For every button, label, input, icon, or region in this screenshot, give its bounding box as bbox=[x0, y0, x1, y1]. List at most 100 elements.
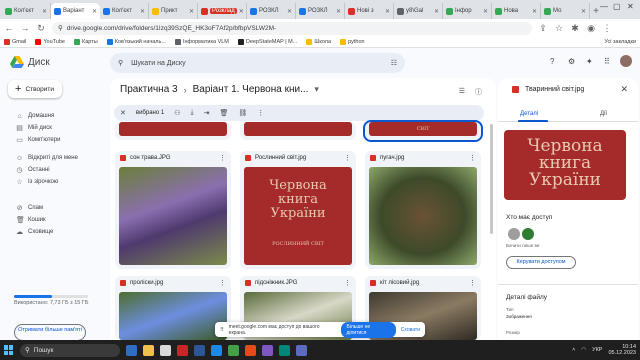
file-tile-partial[interactable] bbox=[240, 122, 356, 140]
pdf-reader-icon[interactable] bbox=[177, 344, 188, 356]
close-tab-icon[interactable]: ✕ bbox=[140, 8, 145, 15]
browser-tab[interactable]: Кол'єкт ✕ bbox=[2, 3, 51, 19]
file-tile-partial[interactable] bbox=[115, 122, 231, 140]
browser-tab[interactable]: РОЗКЛ ✕ bbox=[247, 3, 296, 19]
share-icon[interactable]: ⇪ bbox=[538, 23, 548, 34]
bookmark-item[interactable]: Карты bbox=[74, 39, 98, 45]
close-icon[interactable]: ✕ bbox=[620, 84, 628, 95]
ai-icon[interactable]: ✦ bbox=[586, 57, 593, 66]
file-explorer-icon[interactable] bbox=[143, 344, 154, 356]
search-options-icon[interactable]: ☷ bbox=[391, 59, 397, 67]
sidebar-item-my-drive[interactable]: ▤ Мій диск bbox=[0, 122, 108, 134]
browser-tab[interactable]: Розклад ✕ bbox=[198, 3, 247, 19]
hide-notice-button[interactable]: Сховати bbox=[401, 327, 420, 333]
edge-icon[interactable] bbox=[211, 344, 222, 356]
close-window-icon[interactable]: ✕ bbox=[627, 2, 634, 11]
url-field[interactable]: ⚲ drive.google.com/drive/folders/1Izq39S… bbox=[52, 21, 532, 35]
browser-tab[interactable]: Варіант ✕ bbox=[51, 3, 100, 19]
close-tab-icon[interactable]: ✕ bbox=[385, 8, 390, 15]
bookmark-item[interactable]: Gmail bbox=[4, 39, 26, 45]
browser-tab[interactable]: y8\Gal ✕ bbox=[394, 3, 443, 19]
windows-start-icon[interactable] bbox=[4, 345, 14, 355]
sidebar-item-trash[interactable]: 🗑 Кошик bbox=[0, 214, 108, 226]
close-tab-icon[interactable]: ✕ bbox=[532, 8, 537, 15]
settings-icon[interactable]: ⚙ bbox=[568, 57, 575, 66]
taskbar-search[interactable]: ⚲ Пошук bbox=[20, 343, 120, 357]
sidebar-item-computers[interactable]: ▭ Комп'ютери bbox=[0, 134, 108, 146]
create-button[interactable]: + Створити bbox=[8, 80, 62, 98]
close-tab-icon[interactable]: ✕ bbox=[483, 8, 488, 15]
menu-icon[interactable]: ⋮ bbox=[602, 23, 612, 34]
all-bookmarks[interactable]: Усі закладки bbox=[604, 39, 636, 45]
profile-icon[interactable]: ◉ bbox=[586, 23, 596, 34]
close-tab-icon[interactable]: ✕ bbox=[581, 8, 586, 15]
sidebar-item-recent[interactable]: ◷ Останні bbox=[0, 164, 108, 176]
share-person-icon[interactable]: ⚇ bbox=[174, 109, 180, 117]
list-view-icon[interactable]: ☰ bbox=[459, 87, 465, 97]
browser-tab[interactable]: Кол'єкт ✕ bbox=[100, 3, 149, 19]
task-view-icon[interactable] bbox=[126, 344, 137, 356]
notepad-icon[interactable] bbox=[160, 344, 171, 356]
info-icon[interactable]: ⓘ bbox=[475, 87, 482, 97]
forward-icon[interactable]: → bbox=[20, 23, 30, 33]
search-icon[interactable]: ⚲ bbox=[118, 59, 123, 67]
more-icon[interactable]: ⋮ bbox=[344, 279, 351, 287]
more-icon[interactable]: ⋮ bbox=[344, 154, 351, 162]
bookmark-star-icon[interactable]: ☆ bbox=[554, 23, 564, 34]
manage-access-button[interactable]: Керувати доступом bbox=[506, 256, 576, 269]
site-info-icon[interactable]: ⚲ bbox=[58, 24, 63, 32]
sidebar-item-starred[interactable]: ☆ Із зірочкою bbox=[0, 176, 108, 188]
maximize-icon[interactable]: ▢ bbox=[613, 2, 621, 11]
file-area-scrollbar[interactable] bbox=[490, 124, 493, 234]
powerpoint-icon[interactable] bbox=[245, 344, 256, 356]
sidebar-item-spam[interactable]: ⊘ Спам bbox=[0, 202, 108, 214]
browser-tab[interactable]: Нові з ✕ bbox=[345, 3, 394, 19]
bookmark-item[interactable]: Школа bbox=[306, 39, 331, 45]
trash-icon[interactable]: 🗑 bbox=[219, 109, 228, 117]
language-indicator[interactable]: УКР bbox=[592, 347, 602, 353]
browser-tab[interactable]: РОЗКЛ ✕ bbox=[296, 3, 345, 19]
support-icon[interactable]: ? bbox=[550, 57, 554, 66]
more-actions-icon[interactable]: ⋮ bbox=[257, 109, 264, 117]
sidebar-item-home[interactable]: ⌂ Домашня bbox=[0, 110, 108, 122]
clear-selection-icon[interactable]: ✕ bbox=[120, 109, 126, 117]
wifi-icon[interactable]: ◠ bbox=[581, 347, 586, 353]
file-tile[interactable]: пугач.jpg ⋮ bbox=[365, 151, 481, 269]
chevron-down-icon[interactable]: ▾ bbox=[314, 84, 319, 95]
file-tile-selected[interactable]: СВІТ bbox=[363, 120, 483, 142]
reload-icon[interactable]: ↻ bbox=[36, 23, 46, 34]
account-avatar[interactable] bbox=[620, 55, 632, 67]
drive-logo[interactable]: Диск bbox=[10, 56, 50, 68]
bookmark-item[interactable]: python bbox=[340, 39, 365, 45]
apps-grid-icon[interactable]: ⠿ bbox=[604, 57, 610, 66]
file-tile[interactable]: проліски.jpg ⋮ bbox=[115, 276, 231, 340]
sidebar-item-storage[interactable]: ☁ Сховище bbox=[0, 226, 108, 238]
chrome-icon[interactable] bbox=[228, 344, 239, 356]
close-tab-icon[interactable]: ✕ bbox=[336, 8, 341, 15]
grip-icon[interactable]: ⠿ bbox=[220, 327, 224, 333]
link-icon[interactable]: ⛓ bbox=[238, 109, 247, 117]
file-tile[interactable]: Рослинний світ.jpg ⋮ Червона книга Україн… bbox=[240, 151, 356, 269]
extensions-icon[interactable]: ✱ bbox=[570, 23, 580, 34]
bookmark-item[interactable]: YouTube bbox=[35, 39, 65, 45]
back-icon[interactable]: ← bbox=[4, 23, 14, 33]
word-icon[interactable] bbox=[194, 344, 205, 356]
more-icon[interactable]: ⋮ bbox=[469, 279, 476, 287]
move-icon[interactable]: ⇥ bbox=[204, 109, 210, 117]
drive-search-bar[interactable]: ⚲ Шукати на Диску ☷ bbox=[110, 53, 405, 73]
tray-arrow-icon[interactable]: ˄ bbox=[572, 347, 575, 353]
bookmark-item[interactable]: DeepStateMAP | М... bbox=[237, 39, 297, 45]
close-tab-icon[interactable]: ✕ bbox=[239, 8, 244, 15]
close-tab-icon[interactable]: ✕ bbox=[189, 8, 194, 15]
clock[interactable]: 10:14 05.12.2023 bbox=[608, 344, 636, 356]
tab-actions[interactable]: Дії bbox=[600, 111, 607, 117]
close-tab-icon[interactable]: ✕ bbox=[287, 8, 292, 15]
more-icon[interactable]: ⋮ bbox=[469, 154, 476, 162]
more-icon[interactable]: ⋮ bbox=[219, 279, 226, 287]
get-more-storage-button[interactable]: Отримати більше пам'яті bbox=[14, 324, 86, 341]
close-tab-icon[interactable]: ✕ bbox=[434, 8, 439, 15]
breadcrumb-parent[interactable]: Практична 3 bbox=[120, 84, 178, 95]
download-icon[interactable]: ⤓ bbox=[190, 109, 193, 117]
browser-tab[interactable]: Прикт ✕ bbox=[149, 3, 198, 19]
close-tab-icon[interactable]: ✕ bbox=[92, 8, 97, 15]
